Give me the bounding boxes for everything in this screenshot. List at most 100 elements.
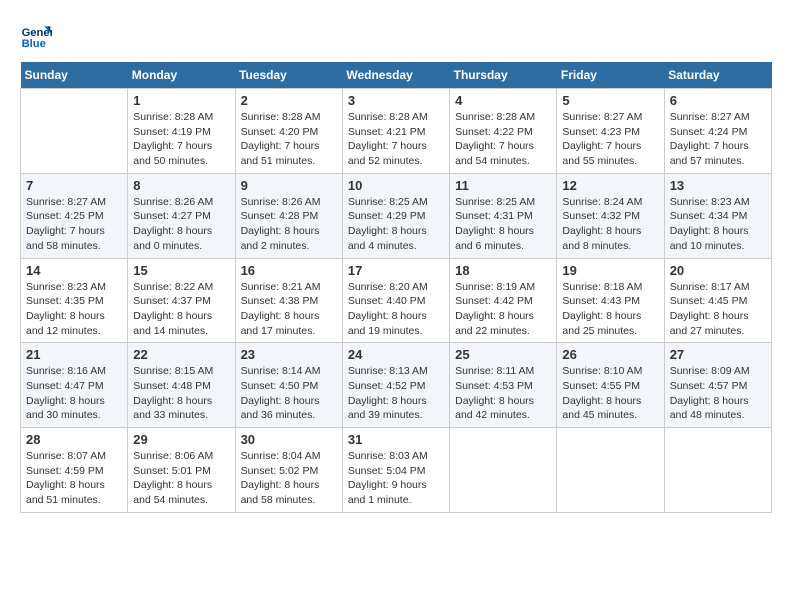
calendar-table: SundayMondayTuesdayWednesdayThursdayFrid… bbox=[20, 62, 772, 513]
day-cell bbox=[450, 428, 557, 513]
day-cell: 29Sunrise: 8:06 AM Sunset: 5:01 PM Dayli… bbox=[128, 428, 235, 513]
day-cell bbox=[664, 428, 771, 513]
day-info: Sunrise: 8:26 AM Sunset: 4:27 PM Dayligh… bbox=[133, 195, 229, 254]
day-number: 14 bbox=[26, 263, 122, 278]
day-info: Sunrise: 8:04 AM Sunset: 5:02 PM Dayligh… bbox=[241, 449, 337, 508]
day-cell: 20 Sunrise: 8:17 AM Sunset: 4:45 PM Dayli… bbox=[664, 258, 771, 343]
day-info: Sunrise: 8:11 AM Sunset: 4:53 PM Dayligh… bbox=[455, 364, 551, 423]
day-cell: 22Sunrise: 8:15 AM Sunset: 4:48 PM Dayli… bbox=[128, 343, 235, 428]
week-row-1: 1 Sunrise: 8:28 AM Sunset: 4:19 PM Daylig… bbox=[21, 89, 772, 174]
day-cell bbox=[557, 428, 664, 513]
day-number: 9 bbox=[241, 178, 337, 193]
header-row: SundayMondayTuesdayWednesdayThursdayFrid… bbox=[21, 62, 772, 89]
col-header-friday: Friday bbox=[557, 62, 664, 89]
day-info: Sunrise: 8:23 AM Sunset: 4:34 PM Dayligh… bbox=[670, 195, 766, 254]
day-info: Sunrise: 8:09 AM Sunset: 4:57 PM Dayligh… bbox=[670, 364, 766, 423]
day-cell: 9 Sunrise: 8:26 AM Sunset: 4:28 PM Daylig… bbox=[235, 173, 342, 258]
day-number: 26 bbox=[562, 347, 658, 362]
svg-text:Blue: Blue bbox=[22, 38, 46, 50]
day-cell: 3 Sunrise: 8:28 AM Sunset: 4:21 PM Daylig… bbox=[342, 89, 449, 174]
col-header-saturday: Saturday bbox=[664, 62, 771, 89]
week-row-2: 7Sunrise: 8:27 AM Sunset: 4:25 PM Daylig… bbox=[21, 173, 772, 258]
day-cell: 21 Sunrise: 8:16 AM Sunset: 4:47 PM Dayli… bbox=[21, 343, 128, 428]
day-cell: 30 Sunrise: 8:04 AM Sunset: 5:02 PM Dayli… bbox=[235, 428, 342, 513]
day-cell: 18Sunrise: 8:19 AM Sunset: 4:42 PM Dayli… bbox=[450, 258, 557, 343]
day-number: 15 bbox=[133, 263, 229, 278]
day-cell: 31Sunrise: 8:03 AM Sunset: 5:04 PM Dayli… bbox=[342, 428, 449, 513]
col-header-tuesday: Tuesday bbox=[235, 62, 342, 89]
day-cell: 23Sunrise: 8:14 AM Sunset: 4:50 PM Dayli… bbox=[235, 343, 342, 428]
col-header-wednesday: Wednesday bbox=[342, 62, 449, 89]
day-cell: 27Sunrise: 8:09 AM Sunset: 4:57 PM Dayli… bbox=[664, 343, 771, 428]
day-cell: 14 Sunrise: 8:23 AM Sunset: 4:35 PM Dayli… bbox=[21, 258, 128, 343]
logo-icon: General Blue bbox=[20, 20, 52, 52]
day-number: 25 bbox=[455, 347, 551, 362]
day-info: Sunrise: 8:23 AM Sunset: 4:35 PM Dayligh… bbox=[26, 280, 122, 339]
day-cell: 8 Sunrise: 8:26 AM Sunset: 4:27 PM Daylig… bbox=[128, 173, 235, 258]
day-info: Sunrise: 8:28 AM Sunset: 4:20 PM Dayligh… bbox=[241, 110, 337, 169]
day-cell: 6 Sunrise: 8:27 AM Sunset: 4:24 PM Daylig… bbox=[664, 89, 771, 174]
day-info: Sunrise: 8:07 AM Sunset: 4:59 PM Dayligh… bbox=[26, 449, 122, 508]
day-number: 30 bbox=[241, 432, 337, 447]
day-info: Sunrise: 8:17 AM Sunset: 4:45 PM Dayligh… bbox=[670, 280, 766, 339]
logo: General Blue bbox=[20, 20, 56, 52]
day-number: 24 bbox=[348, 347, 444, 362]
day-cell: 17 Sunrise: 8:20 AM Sunset: 4:40 PM Dayli… bbox=[342, 258, 449, 343]
day-info: Sunrise: 8:26 AM Sunset: 4:28 PM Dayligh… bbox=[241, 195, 337, 254]
calendar-header: General Blue bbox=[20, 20, 772, 52]
day-cell: 7Sunrise: 8:27 AM Sunset: 4:25 PM Daylig… bbox=[21, 173, 128, 258]
day-number: 11 bbox=[455, 178, 551, 193]
day-info: Sunrise: 8:28 AM Sunset: 4:21 PM Dayligh… bbox=[348, 110, 444, 169]
col-header-monday: Monday bbox=[128, 62, 235, 89]
day-cell bbox=[21, 89, 128, 174]
day-info: Sunrise: 8:18 AM Sunset: 4:43 PM Dayligh… bbox=[562, 280, 658, 339]
day-info: Sunrise: 8:27 AM Sunset: 4:24 PM Dayligh… bbox=[670, 110, 766, 169]
day-cell: 15 Sunrise: 8:22 AM Sunset: 4:37 PM Dayli… bbox=[128, 258, 235, 343]
day-info: Sunrise: 8:20 AM Sunset: 4:40 PM Dayligh… bbox=[348, 280, 444, 339]
week-row-5: 28Sunrise: 8:07 AM Sunset: 4:59 PM Dayli… bbox=[21, 428, 772, 513]
day-info: Sunrise: 8:21 AM Sunset: 4:38 PM Dayligh… bbox=[241, 280, 337, 339]
col-header-sunday: Sunday bbox=[21, 62, 128, 89]
day-number: 13 bbox=[670, 178, 766, 193]
day-info: Sunrise: 8:24 AM Sunset: 4:32 PM Dayligh… bbox=[562, 195, 658, 254]
day-number: 12 bbox=[562, 178, 658, 193]
day-number: 5 bbox=[562, 93, 658, 108]
day-info: Sunrise: 8:22 AM Sunset: 4:37 PM Dayligh… bbox=[133, 280, 229, 339]
day-info: Sunrise: 8:28 AM Sunset: 4:19 PM Dayligh… bbox=[133, 110, 229, 169]
day-cell: 19 Sunrise: 8:18 AM Sunset: 4:43 PM Dayli… bbox=[557, 258, 664, 343]
day-number: 20 bbox=[670, 263, 766, 278]
day-number: 1 bbox=[133, 93, 229, 108]
day-number: 29 bbox=[133, 432, 229, 447]
day-cell: 13 Sunrise: 8:23 AM Sunset: 4:34 PM Dayli… bbox=[664, 173, 771, 258]
day-info: Sunrise: 8:16 AM Sunset: 4:47 PM Dayligh… bbox=[26, 364, 122, 423]
day-number: 19 bbox=[562, 263, 658, 278]
day-cell: 5 Sunrise: 8:27 AM Sunset: 4:23 PM Daylig… bbox=[557, 89, 664, 174]
day-info: Sunrise: 8:13 AM Sunset: 4:52 PM Dayligh… bbox=[348, 364, 444, 423]
day-cell: 11 Sunrise: 8:25 AM Sunset: 4:31 PM Dayli… bbox=[450, 173, 557, 258]
day-number: 17 bbox=[348, 263, 444, 278]
day-number: 16 bbox=[241, 263, 337, 278]
day-number: 6 bbox=[670, 93, 766, 108]
week-row-3: 14 Sunrise: 8:23 AM Sunset: 4:35 PM Dayli… bbox=[21, 258, 772, 343]
day-cell: 16 Sunrise: 8:21 AM Sunset: 4:38 PM Dayli… bbox=[235, 258, 342, 343]
day-number: 8 bbox=[133, 178, 229, 193]
day-info: Sunrise: 8:25 AM Sunset: 4:31 PM Dayligh… bbox=[455, 195, 551, 254]
day-cell: 25 Sunrise: 8:11 AM Sunset: 4:53 PM Dayli… bbox=[450, 343, 557, 428]
col-header-thursday: Thursday bbox=[450, 62, 557, 89]
day-info: Sunrise: 8:15 AM Sunset: 4:48 PM Dayligh… bbox=[133, 364, 229, 423]
day-cell: 1 Sunrise: 8:28 AM Sunset: 4:19 PM Daylig… bbox=[128, 89, 235, 174]
day-info: Sunrise: 8:27 AM Sunset: 4:25 PM Dayligh… bbox=[26, 195, 122, 254]
day-cell: 4Sunrise: 8:28 AM Sunset: 4:22 PM Daylig… bbox=[450, 89, 557, 174]
day-cell: 26 Sunrise: 8:10 AM Sunset: 4:55 PM Dayli… bbox=[557, 343, 664, 428]
day-cell: 24 Sunrise: 8:13 AM Sunset: 4:52 PM Dayli… bbox=[342, 343, 449, 428]
day-info: Sunrise: 8:03 AM Sunset: 5:04 PM Dayligh… bbox=[348, 449, 444, 508]
day-cell: 12 Sunrise: 8:24 AM Sunset: 4:32 PM Dayli… bbox=[557, 173, 664, 258]
day-cell: 28Sunrise: 8:07 AM Sunset: 4:59 PM Dayli… bbox=[21, 428, 128, 513]
day-number: 21 bbox=[26, 347, 122, 362]
day-info: Sunrise: 8:14 AM Sunset: 4:50 PM Dayligh… bbox=[241, 364, 337, 423]
day-number: 3 bbox=[348, 93, 444, 108]
day-info: Sunrise: 8:10 AM Sunset: 4:55 PM Dayligh… bbox=[562, 364, 658, 423]
day-info: Sunrise: 8:25 AM Sunset: 4:29 PM Dayligh… bbox=[348, 195, 444, 254]
day-info: Sunrise: 8:27 AM Sunset: 4:23 PM Dayligh… bbox=[562, 110, 658, 169]
day-info: Sunrise: 8:19 AM Sunset: 4:42 PM Dayligh… bbox=[455, 280, 551, 339]
